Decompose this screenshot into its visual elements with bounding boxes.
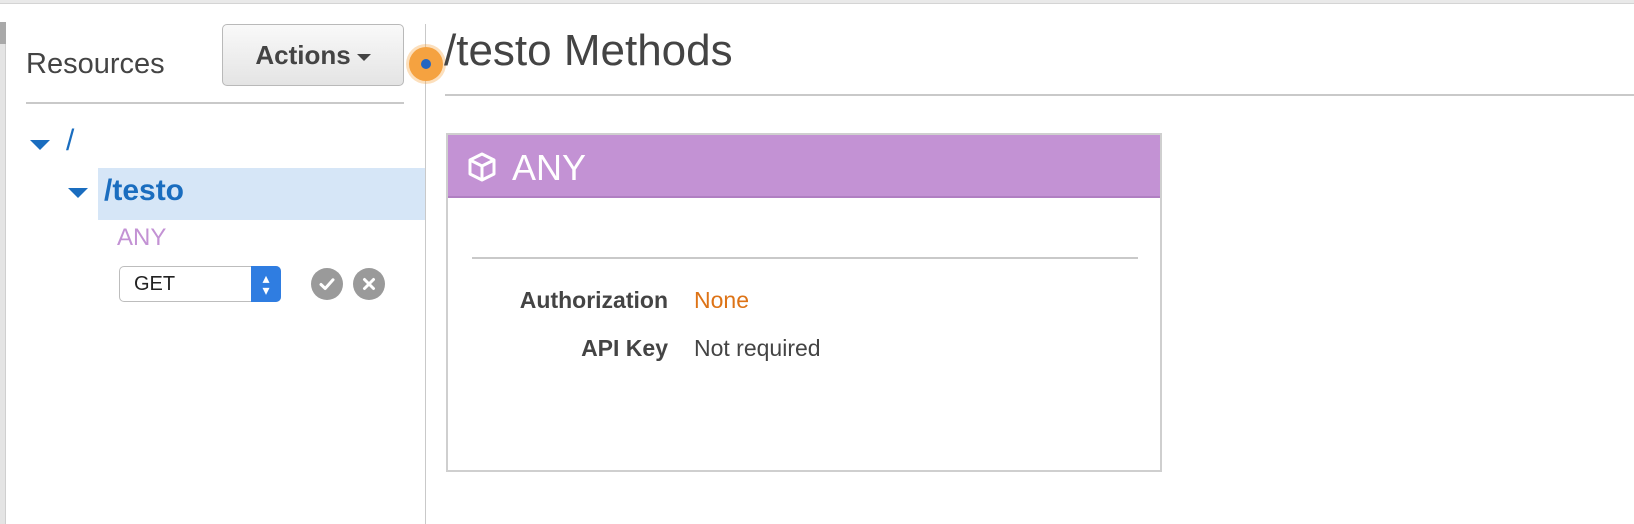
authorization-label: Authorization xyxy=(519,287,668,313)
resize-handle-dot xyxy=(421,59,431,69)
method-select[interactable]: GET ▴ ▾ xyxy=(119,266,281,302)
actions-button[interactable]: Actions xyxy=(222,24,404,86)
close-icon xyxy=(363,278,375,290)
tree-expand-icon[interactable] xyxy=(68,188,88,198)
api-key-label: API Key xyxy=(581,335,668,361)
actions-button-label: Actions xyxy=(255,39,351,70)
method-card-divider xyxy=(472,257,1138,259)
cube-icon xyxy=(468,152,496,182)
pane-resize-handle[interactable] xyxy=(409,47,443,81)
pane-divider xyxy=(425,24,426,524)
checkmark-icon xyxy=(319,278,335,290)
method-select-value: GET xyxy=(134,273,176,295)
tree-item-testo[interactable]: /testo xyxy=(104,174,184,208)
resources-title: Resources xyxy=(26,48,165,80)
cancel-method-button[interactable] xyxy=(353,268,385,300)
api-key-value: Not required xyxy=(694,335,821,361)
tree-expand-icon[interactable] xyxy=(30,140,50,150)
resources-pane: Resources Actions / /testo ANY GET ▴ ▾ xyxy=(6,4,426,524)
authorization-value[interactable]: None xyxy=(694,287,749,314)
caret-down-icon xyxy=(356,53,371,61)
confirm-method-button[interactable] xyxy=(311,268,343,300)
select-arrows-icon: ▴ ▾ xyxy=(251,266,281,302)
page-title: /testo Methods xyxy=(444,26,733,75)
tree-item-root[interactable]: / xyxy=(66,124,74,158)
method-card: ANY Authorization None API Key Not requi… xyxy=(446,133,1162,472)
resources-divider xyxy=(26,102,404,104)
method-card-title: ANY xyxy=(512,147,587,188)
title-divider xyxy=(445,94,1634,96)
method-card-header[interactable]: ANY xyxy=(448,135,1160,198)
tree-item-method-any[interactable]: ANY xyxy=(117,224,166,252)
